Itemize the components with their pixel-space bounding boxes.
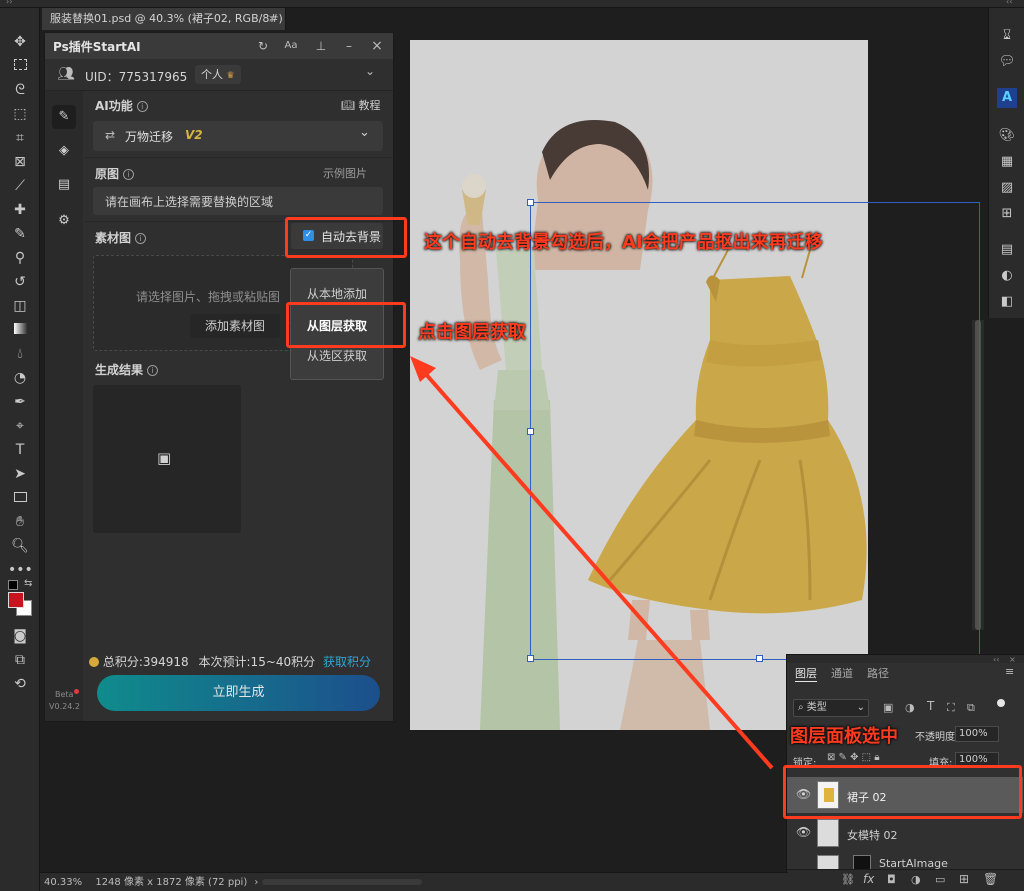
foreground-color-swatch[interactable] [8, 592, 24, 608]
annotation-arrow [410, 356, 774, 770]
